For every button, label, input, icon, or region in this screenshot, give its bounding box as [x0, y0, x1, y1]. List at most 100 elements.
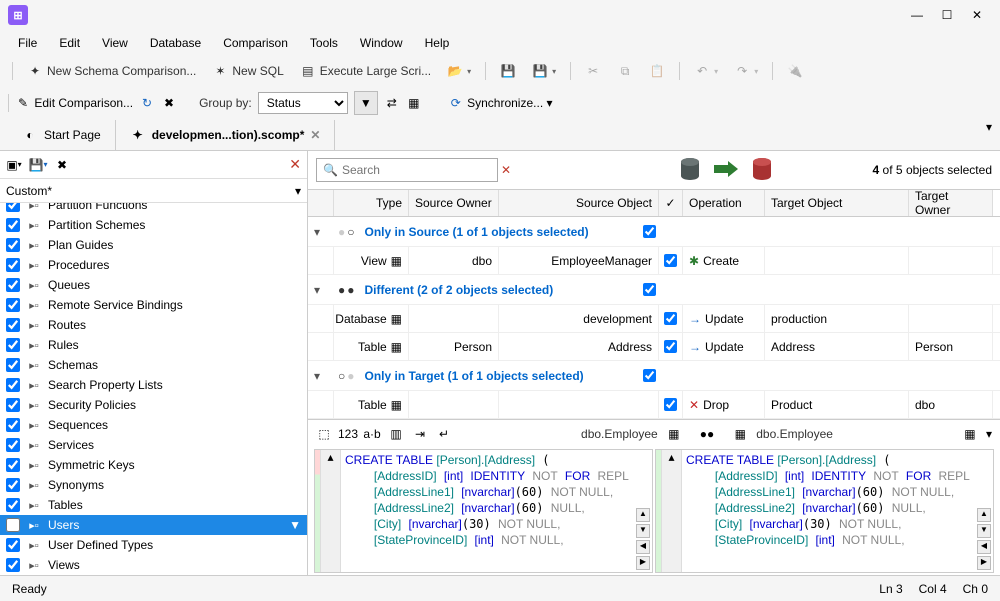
tree-item-tables[interactable]: ▸▫Tables: [0, 495, 307, 515]
tree-checkbox[interactable]: [6, 358, 20, 372]
tree-item-symmetric-keys[interactable]: ▸▫Symmetric Keys: [0, 455, 307, 475]
refresh-button[interactable]: ↻: [139, 95, 155, 111]
col-target-object[interactable]: Target Object: [765, 190, 909, 216]
col-operation[interactable]: Operation: [683, 190, 765, 216]
tree-checkbox[interactable]: [6, 258, 20, 272]
expand-icon[interactable]: ▾: [314, 225, 330, 239]
connect-button[interactable]: 🔌: [781, 60, 809, 82]
scroll-left-icon[interactable]: ◀: [977, 540, 991, 554]
cut-button[interactable]: ✂: [579, 60, 607, 82]
tab-start-page[interactable]: ◐ Start Page: [8, 120, 116, 150]
new-schema-comparison-button[interactable]: ✦ New Schema Comparison...: [21, 60, 202, 82]
menu-file[interactable]: File: [8, 33, 47, 53]
tree-item-sequences[interactable]: ▸▫Sequences: [0, 415, 307, 435]
tree-item-views[interactable]: ▸▫Views: [0, 555, 307, 575]
tree-checkbox[interactable]: [6, 518, 20, 532]
scroll-up-icon[interactable]: ▲: [636, 508, 650, 522]
dropdown-icon[interactable]: ▣▾: [6, 157, 22, 173]
copy-button[interactable]: ⧉: [611, 60, 639, 82]
tree-item-security-policies[interactable]: ▸▫Security Policies: [0, 395, 307, 415]
tree-checkbox[interactable]: [6, 398, 20, 412]
tree-checkbox[interactable]: [6, 218, 20, 232]
tree-item-partition-schemes[interactable]: ▸▫Partition Schemes: [0, 215, 307, 235]
group-row[interactable]: ▾●○Only in Source (1 of 1 objects select…: [308, 217, 1000, 247]
tree-checkbox[interactable]: [6, 498, 20, 512]
search-box[interactable]: 🔍 ✕: [316, 158, 498, 182]
group-row[interactable]: ▾●●Different (2 of 2 objects selected): [308, 275, 1000, 305]
delete-icon[interactable]: ✖: [54, 157, 70, 173]
tree-item-services[interactable]: ▸▫Services: [0, 435, 307, 455]
tree-item-remote-service-bindings[interactable]: ▸▫Remote Service Bindings: [0, 295, 307, 315]
group-row[interactable]: ▾○●Only in Target (1 of 1 objects select…: [308, 361, 1000, 391]
groupby-select[interactable]: Status: [258, 92, 348, 114]
minimize-button[interactable]: —: [902, 0, 932, 30]
tree-checkbox[interactable]: [6, 338, 20, 352]
tree-checkbox[interactable]: [6, 203, 20, 212]
edit-comparison-button[interactable]: ✎ Edit Comparison...: [15, 95, 133, 111]
ws-icon[interactable]: ⇥: [412, 426, 428, 442]
synchronize-button[interactable]: ⟳ Synchronize... ▾: [448, 95, 553, 111]
scroll-right-icon[interactable]: ▶: [977, 556, 991, 570]
group-checkbox[interactable]: [643, 283, 656, 296]
maximize-button[interactable]: ☐: [932, 0, 962, 30]
save-icon[interactable]: 💾▾: [30, 157, 46, 173]
tree-checkbox[interactable]: [6, 238, 20, 252]
tree-checkbox[interactable]: [6, 478, 20, 492]
data-row[interactable]: View ▦dboEmployeeManager✱ Create: [308, 247, 1000, 275]
tree-item-partition-functions[interactable]: ▸▫Partition Functions: [0, 203, 307, 215]
tree-checkbox[interactable]: [6, 378, 20, 392]
grid-view-icon[interactable]: ▦: [962, 426, 978, 442]
tree-checkbox[interactable]: [6, 438, 20, 452]
tree-item-routes[interactable]: ▸▫Routes: [0, 315, 307, 335]
chevron-down-icon[interactable]: ▾: [986, 427, 992, 441]
close-button[interactable]: ✕: [962, 0, 992, 30]
close-panel-icon[interactable]: ✕: [289, 156, 301, 173]
tree-item-rules[interactable]: ▸▫Rules: [0, 335, 307, 355]
new-sql-button[interactable]: ✶ New SQL: [206, 60, 289, 82]
tree-checkbox[interactable]: [6, 298, 20, 312]
row-checkbox[interactable]: [664, 312, 677, 325]
menu-view[interactable]: View: [92, 33, 138, 53]
data-row[interactable]: Table ▦PersonAddress→ UpdateAddressPerso…: [308, 333, 1000, 361]
tree-checkbox[interactable]: [6, 418, 20, 432]
scroll-left-icon[interactable]: ◀: [636, 540, 650, 554]
wrap-icon[interactable]: ↵: [436, 426, 452, 442]
tree-item-schemas[interactable]: ▸▫Schemas: [0, 355, 307, 375]
col-source-object[interactable]: Source Object: [499, 190, 659, 216]
menu-window[interactable]: Window: [350, 33, 413, 53]
save-all-button[interactable]: 💾▾: [526, 60, 562, 82]
row-checkbox[interactable]: [664, 254, 677, 267]
col-source-owner[interactable]: Source Owner: [409, 190, 499, 216]
data-row[interactable]: Database ▦development→ Updateproduction: [308, 305, 1000, 333]
tree-item-procedures[interactable]: ▸▫Procedures: [0, 255, 307, 275]
tree-item-user-defined-types[interactable]: ▸▫User Defined Types: [0, 535, 307, 555]
line-num-icon[interactable]: 123: [340, 426, 356, 442]
swap-button[interactable]: ⇄: [384, 95, 400, 111]
search-input[interactable]: [342, 163, 497, 177]
menu-tools[interactable]: Tools: [300, 33, 348, 53]
tree-item-plan-guides[interactable]: ▸▫Plan Guides: [0, 235, 307, 255]
tree-item-synonyms[interactable]: ▸▫Synonyms: [0, 475, 307, 495]
tree-item-users[interactable]: ▸▫Users▼: [0, 515, 307, 535]
scroll-right-icon[interactable]: ▶: [636, 556, 650, 570]
col-check[interactable]: ✓: [659, 190, 683, 216]
tab-comparison-document[interactable]: ✦ developmen...tion).scomp* ✕: [116, 120, 336, 150]
scroll-up-icon[interactable]: ▲: [977, 508, 991, 522]
filter-preset-row[interactable]: Custom* ▾: [0, 179, 307, 203]
col-type[interactable]: Type: [334, 190, 409, 216]
tree-item-queues[interactable]: ▸▫Queues: [0, 275, 307, 295]
tree-checkbox[interactable]: [6, 278, 20, 292]
filter-button[interactable]: ▼: [354, 91, 378, 115]
scroll-down-icon[interactable]: ▼: [636, 524, 650, 538]
code-pane-right[interactable]: ▴ CREATE TABLE [Person].[Address] ( [Add…: [655, 449, 994, 573]
scroll-down-icon[interactable]: ▼: [977, 524, 991, 538]
tree-checkbox[interactable]: [6, 318, 20, 332]
tree-checkbox[interactable]: [6, 558, 20, 572]
menu-edit[interactable]: Edit: [49, 33, 90, 53]
undo-button[interactable]: ↶▾: [688, 60, 724, 82]
object-tree[interactable]: ▸▫Partition Functions▸▫Partition Schemes…: [0, 203, 307, 575]
expand-icon[interactable]: ▾: [314, 369, 330, 383]
menu-comparison[interactable]: Comparison: [213, 33, 298, 53]
col-target-owner[interactable]: Target Owner: [909, 190, 993, 216]
execute-large-script-button[interactable]: ▤ Execute Large Scri...: [294, 60, 437, 82]
